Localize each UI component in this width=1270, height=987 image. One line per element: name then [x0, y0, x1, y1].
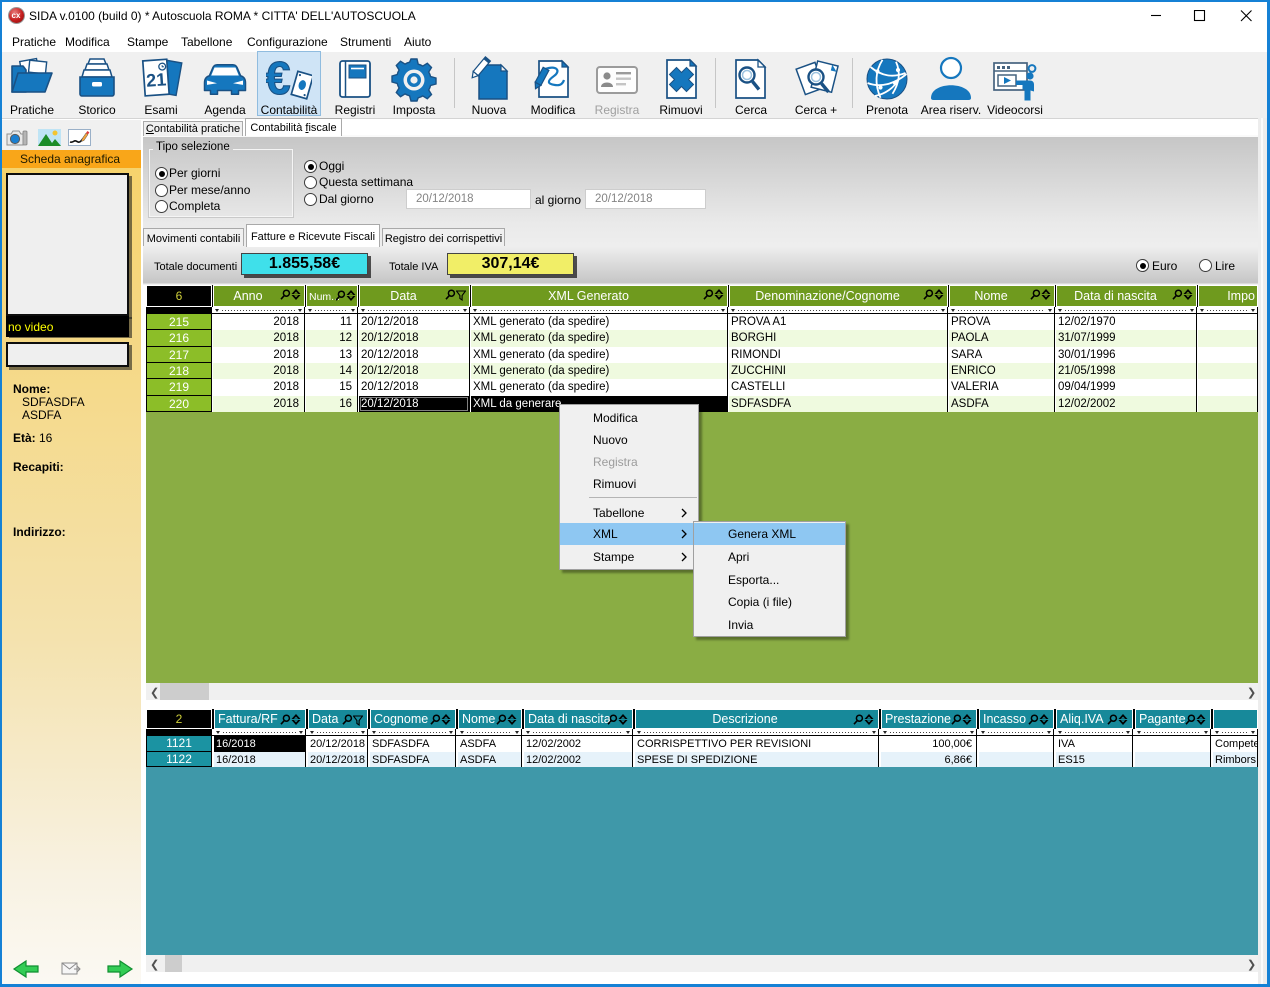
svg-text:€: €: [266, 56, 291, 102]
svg-text:21: 21: [145, 69, 166, 90]
